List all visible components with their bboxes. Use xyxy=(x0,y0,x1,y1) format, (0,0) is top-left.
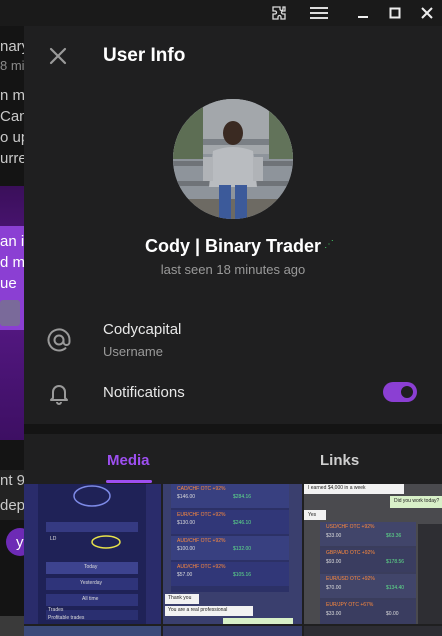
active-tab-indicator xyxy=(106,480,152,483)
media-text: Yesterday xyxy=(80,580,103,586)
media-text: $105.16 xyxy=(233,572,252,578)
bg-chat-bottom xyxy=(0,616,24,636)
bg-chat-fragment: ue xyxy=(0,275,17,292)
username-label: Username xyxy=(103,344,163,359)
media-tile-6[interactable] xyxy=(304,626,442,636)
bell-icon xyxy=(46,380,72,406)
media-text: EUR/JPY OTC +67% xyxy=(326,602,374,608)
profile-name: Cody | Binary Trader xyxy=(144,236,322,256)
extensions-icon[interactable] xyxy=(266,0,292,26)
user-info-panel: User Info Cody | Binary Trader ⋰ last se… xyxy=(24,26,442,636)
tab-media[interactable]: Media xyxy=(107,452,150,469)
bg-chat-fragment: n m xyxy=(0,87,26,104)
notifications-label: Notifications xyxy=(103,384,185,401)
media-tile-2[interactable]: CAD/CHF OTC +92% $146.00 $284.16 EUR/CHF… xyxy=(163,484,302,624)
media-text: $93.00 xyxy=(326,559,342,565)
bg-chat-thumbnail xyxy=(0,300,20,326)
media-text: $284.16 xyxy=(233,494,252,500)
minimize-icon[interactable] xyxy=(350,0,376,26)
media-text: $134.40 xyxy=(386,585,405,591)
bg-chat-fragment: nt 9 xyxy=(0,472,26,489)
window-titlebar xyxy=(0,0,442,26)
media-text: $132.00 xyxy=(233,546,252,552)
media-text: EUR/USD OTC +92% xyxy=(326,576,375,582)
bg-chat-fragment: an i xyxy=(0,233,25,250)
bg-chat-fragment: urre xyxy=(0,150,27,167)
media-text: GBP/AUD OTC +92% xyxy=(326,550,375,556)
maximize-icon[interactable] xyxy=(382,0,408,26)
media-text: $246.10 xyxy=(233,520,252,526)
media-tile-5[interactable] xyxy=(163,626,302,636)
media-tile-4[interactable] xyxy=(24,626,161,636)
media-text: $70.00 xyxy=(326,585,342,591)
bg-chat-fragment: dep xyxy=(0,497,26,514)
media-text: AUD/CHF OTC +92% xyxy=(177,538,226,544)
menu-icon[interactable] xyxy=(304,0,334,26)
bg-chat-fragment: d m xyxy=(0,254,26,271)
media-tile-3[interactable]: I earned $4,000 in a week Did you work t… xyxy=(304,484,442,624)
media-text: $130.00 xyxy=(177,520,196,526)
online-indicator-icon: ⋰ xyxy=(324,239,334,250)
toggle-knob xyxy=(399,384,415,400)
bg-chat-fragment: 8 mi xyxy=(0,58,25,73)
media-text: EUR/CHF OTC +92% xyxy=(177,512,226,518)
at-sign-icon xyxy=(46,327,72,353)
media-text: AUD/CHF OTC +92% xyxy=(177,564,226,570)
media-tile-1[interactable]: LD Today Yesterday All time Trades Profi… xyxy=(24,484,161,624)
media-tabs: Media Links xyxy=(24,434,442,484)
bg-chat-fragment: y xyxy=(16,534,24,551)
media-text: Profitable trades xyxy=(48,615,85,621)
tab-links[interactable]: Links xyxy=(320,452,359,469)
close-icon[interactable] xyxy=(414,0,440,26)
media-text: Trades xyxy=(48,607,64,613)
media-text: Did you work today? xyxy=(394,498,440,504)
username-value[interactable]: Codycapital xyxy=(103,321,181,338)
media-text: CAD/CHF OTC +92% xyxy=(177,486,226,492)
panel-header: User Info xyxy=(24,26,442,84)
media-text: $63.36 xyxy=(386,533,402,539)
media-text: $0.00 xyxy=(386,611,399,617)
media-text: Thank you xyxy=(168,595,192,601)
media-text: You are a real professional xyxy=(168,607,228,613)
media-text: $57.00 xyxy=(177,572,193,578)
media-text: Yes xyxy=(308,512,317,518)
page-title: User Info xyxy=(103,45,186,66)
media-text: $178.56 xyxy=(386,559,405,565)
close-panel-icon[interactable] xyxy=(46,44,70,68)
media-text: $33.00 xyxy=(326,533,342,539)
media-text: $100.00 xyxy=(177,546,196,552)
media-text: USD/CHF OTC +92% xyxy=(326,524,375,530)
avatar[interactable] xyxy=(173,99,293,219)
media-text: I earned $4,000 in a week xyxy=(308,485,366,491)
media-text: Today xyxy=(84,564,98,570)
media-text: $146.00 xyxy=(177,494,196,500)
section-divider xyxy=(24,424,442,434)
last-seen-status: last seen 18 minutes ago xyxy=(160,262,306,277)
media-text: $33.00 xyxy=(326,611,342,617)
media-grid: LD Today Yesterday All time Trades Profi… xyxy=(24,484,442,636)
media-text: All time xyxy=(82,596,99,602)
notifications-toggle[interactable] xyxy=(383,382,417,402)
media-text: LD xyxy=(50,536,57,542)
